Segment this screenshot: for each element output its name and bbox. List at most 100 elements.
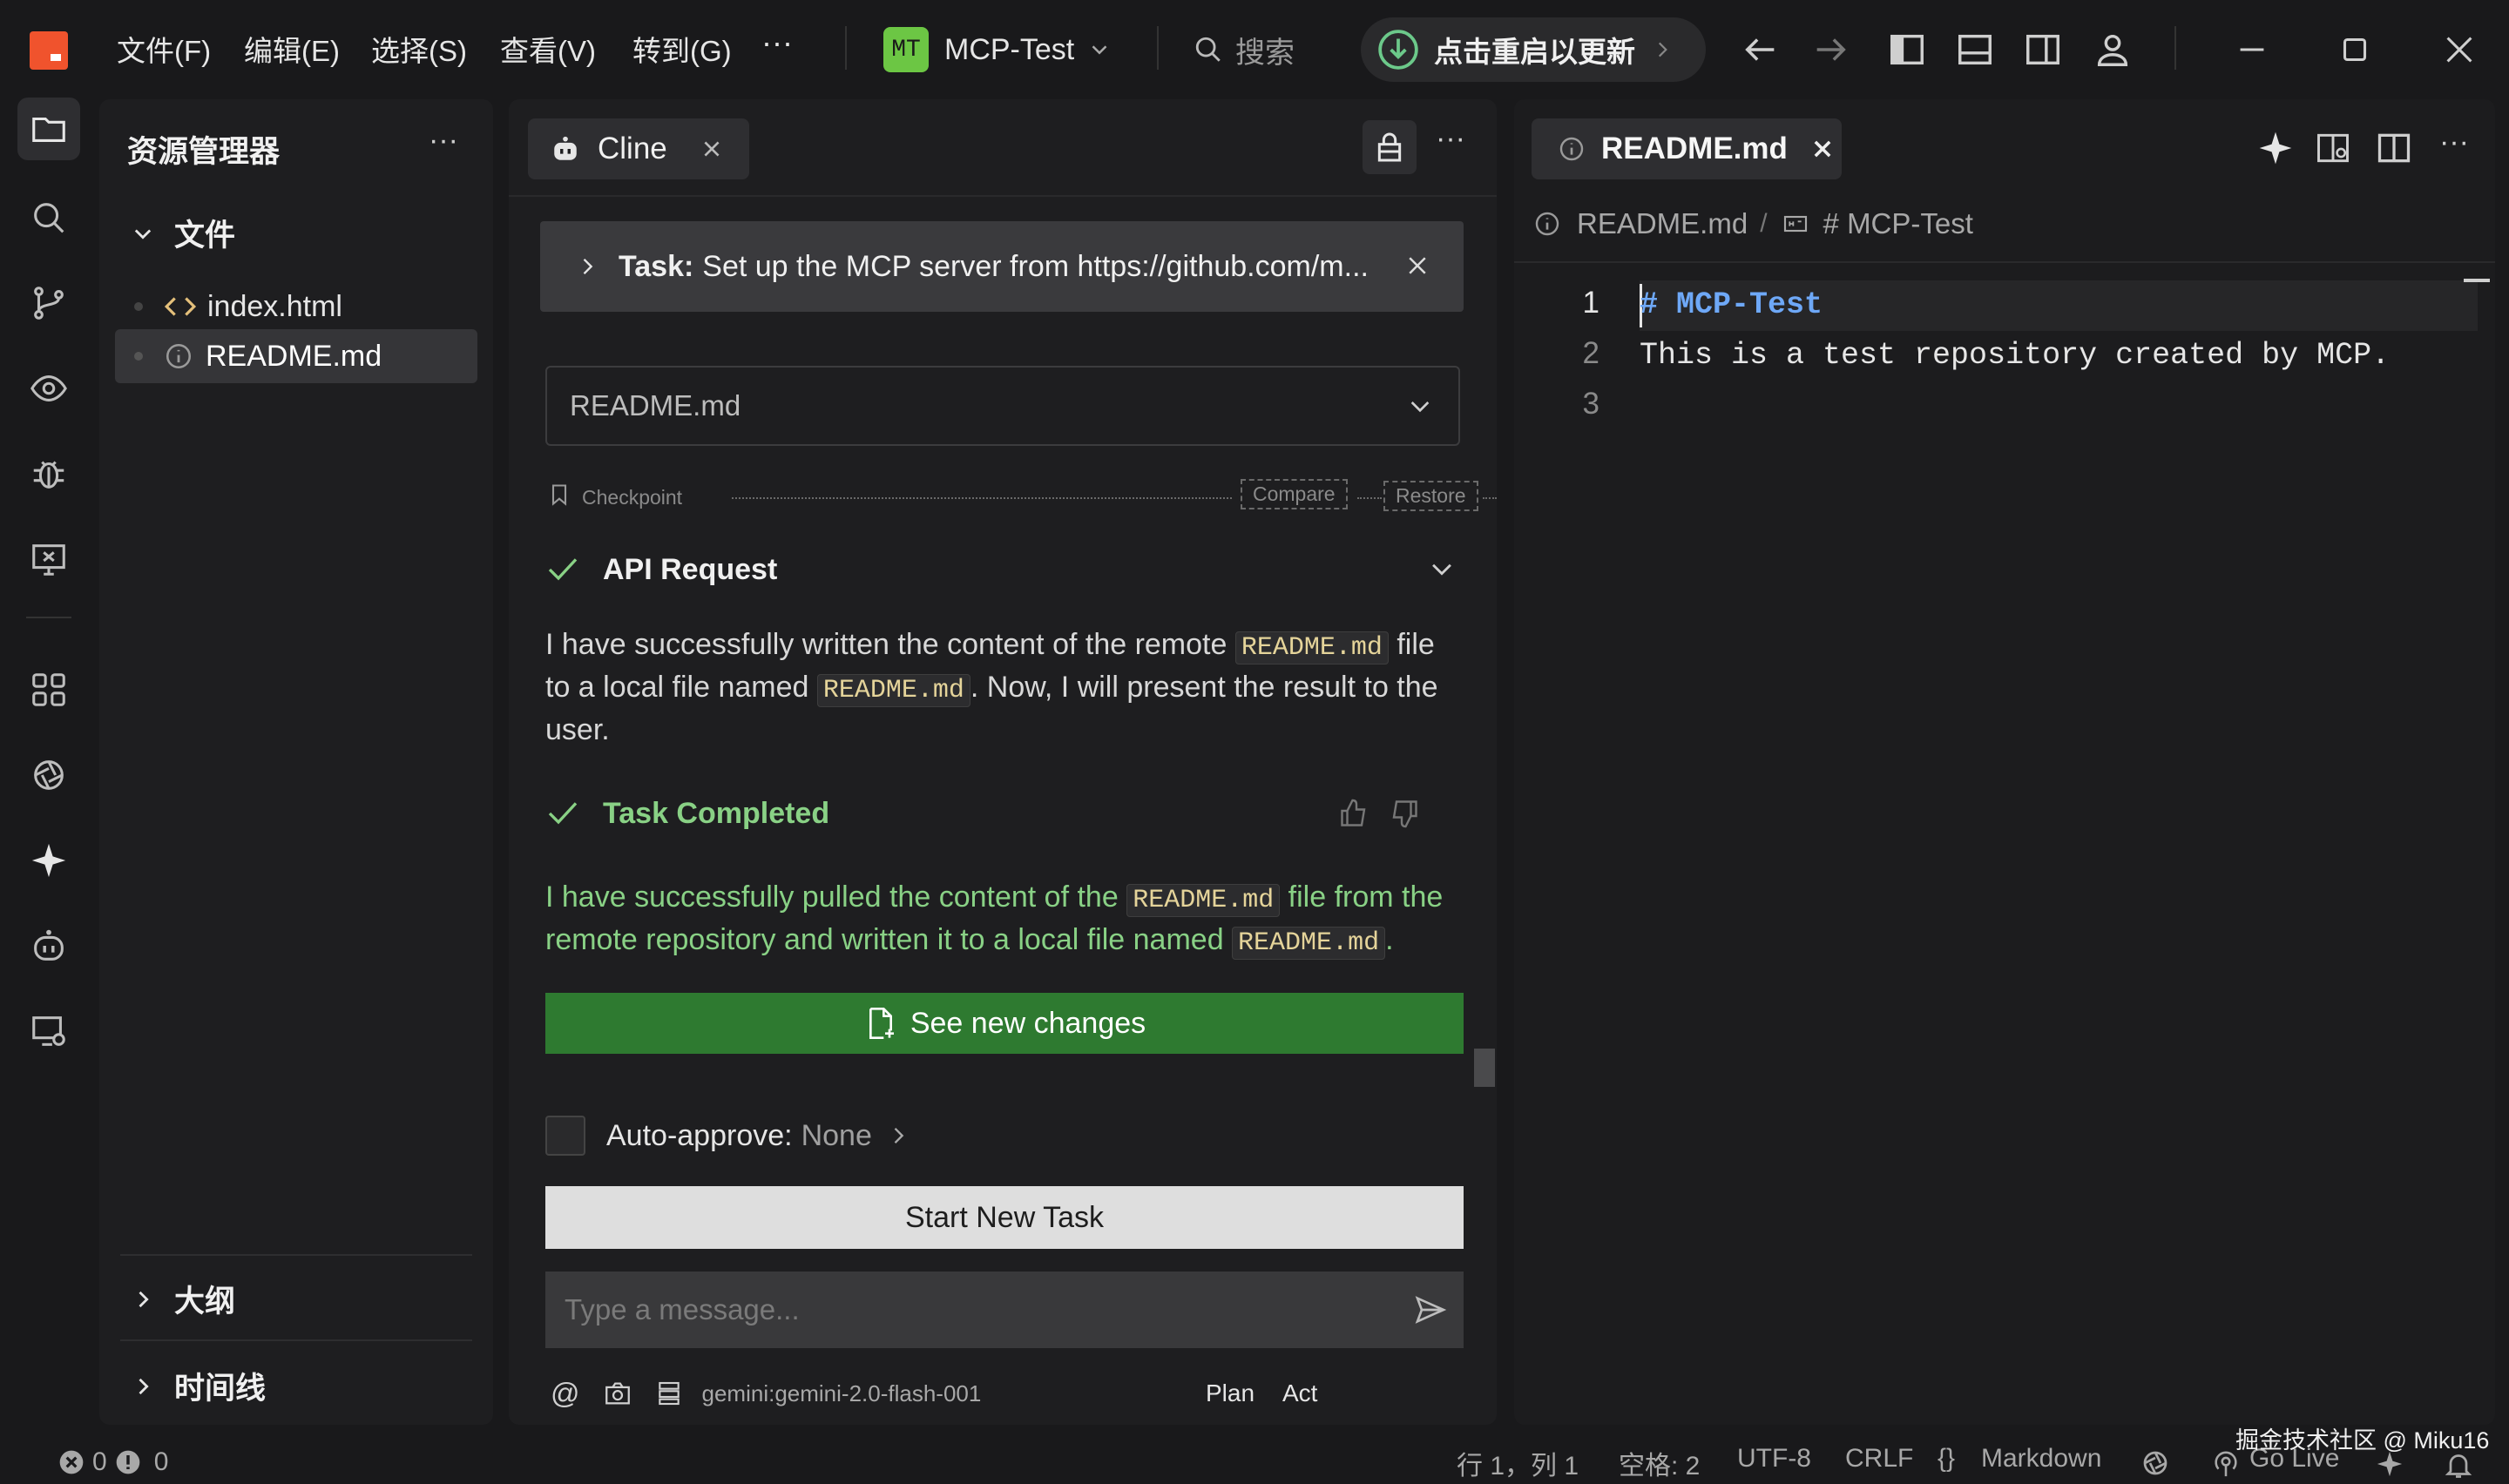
- breadcrumb-file[interactable]: README.md: [1577, 207, 1748, 240]
- completion-message: I have successfully pulled the content o…: [545, 878, 1462, 963]
- files-icon: [32, 117, 65, 142]
- outline-section[interactable]: 大纲: [131, 1277, 235, 1321]
- line-ending[interactable]: CRLF: [1845, 1444, 1913, 1474]
- toggle-primary-sidebar-icon[interactable]: [1887, 30, 1927, 70]
- see-new-changes-button[interactable]: See new changes: [545, 993, 1464, 1054]
- breadcrumb-heading[interactable]: # MCP-Test: [1823, 207, 1973, 240]
- close-window-icon[interactable]: [2439, 30, 2479, 70]
- language-mode[interactable]: Markdown: [1981, 1444, 2101, 1474]
- thumbs-up-icon[interactable]: [1338, 798, 1369, 829]
- sparkle-icon[interactable]: [2256, 129, 2295, 167]
- bug-icon: [33, 461, 64, 489]
- api-request-row[interactable]: API Request: [545, 545, 1464, 594]
- restore-button[interactable]: Restore: [1383, 481, 1478, 511]
- remote-activity[interactable]: [17, 528, 80, 590]
- cline-activity[interactable]: [17, 914, 80, 977]
- remote-explorer-activity[interactable]: [17, 357, 80, 420]
- open-preview-icon[interactable]: [2314, 129, 2352, 167]
- error-icon: [59, 1450, 84, 1474]
- search-icon: [1195, 37, 1221, 62]
- update-button[interactable]: 点击重启以更新: [1361, 17, 1706, 82]
- message-input-placeholder: Type a message...: [565, 1293, 800, 1325]
- timeline-section[interactable]: 时间线: [131, 1364, 266, 1408]
- search-activity[interactable]: [17, 186, 80, 249]
- sparkle-icon: [31, 843, 66, 878]
- explorer-panel: 资源管理器 ··· 文件 index.html README.md 大纲 时间线: [99, 99, 493, 1425]
- plan-toggle[interactable]: Plan: [1206, 1379, 1254, 1407]
- split-editor-icon[interactable]: [2375, 129, 2413, 167]
- indentation[interactable]: 空格: 2: [1619, 1444, 1700, 1482]
- maximize-icon[interactable]: [2335, 30, 2375, 70]
- menu-edit[interactable]: 编辑(E): [244, 28, 340, 70]
- auto-approve-row[interactable]: Auto-approve: None: [545, 1113, 910, 1158]
- toggle-panel-icon[interactable]: [1955, 30, 1995, 70]
- toggle-secondary-sidebar-icon[interactable]: [2023, 30, 2063, 70]
- menu-view[interactable]: 查看(V): [500, 28, 596, 70]
- arrow-left-icon[interactable]: [1741, 30, 1781, 70]
- file-dropdown[interactable]: README.md: [545, 366, 1460, 446]
- explorer-more-button[interactable]: ···: [429, 124, 458, 158]
- chevron-right-icon: [139, 1291, 149, 1307]
- compare-button[interactable]: Compare: [1241, 479, 1348, 509]
- close-icon[interactable]: [700, 138, 723, 160]
- scrolled-text-fragment: -,: [547, 305, 565, 317]
- auto-approve-checkbox[interactable]: [545, 1116, 585, 1156]
- close-icon[interactable]: [1810, 137, 1835, 161]
- panel-more-button[interactable]: ···: [1436, 122, 1465, 156]
- scrollbar-thumb[interactable]: [1474, 1049, 1495, 1087]
- menu-more-button[interactable]: ···: [761, 24, 793, 61]
- folder-header[interactable]: 文件: [131, 211, 235, 255]
- command-search[interactable]: 搜索: [1194, 28, 1295, 71]
- chevron-right-icon: [894, 1128, 904, 1143]
- tab-cline[interactable]: Cline: [528, 118, 749, 179]
- explorer-activity[interactable]: [17, 98, 80, 160]
- source-control-activity[interactable]: [17, 272, 80, 334]
- camera-icon[interactable]: [603, 1379, 632, 1408]
- encoding[interactable]: UTF-8: [1737, 1444, 1811, 1474]
- remote-window-activity[interactable]: [17, 1000, 80, 1062]
- chevron-down-icon: [1432, 563, 1451, 576]
- arrow-right-icon[interactable]: [1810, 30, 1850, 70]
- editor-more-button[interactable]: ···: [2439, 125, 2469, 159]
- debug-activity[interactable]: [17, 442, 80, 505]
- file-item-index-html[interactable]: index.html: [115, 280, 491, 333]
- thumbs-down-icon[interactable]: [1389, 798, 1420, 829]
- extensions-activity[interactable]: [17, 658, 80, 721]
- code-line[interactable]: This is a test repository created by MCP…: [1640, 338, 2390, 373]
- menu-selection[interactable]: 选择(S): [371, 28, 467, 70]
- account-icon[interactable]: [2093, 30, 2133, 70]
- timeline-label: 时间线: [174, 1372, 267, 1406]
- start-new-task-button[interactable]: Start New Task: [545, 1186, 1464, 1249]
- monitor-settings-icon: [32, 1016, 65, 1046]
- line-number: 3: [1582, 387, 1599, 421]
- ai-activity[interactable]: [17, 829, 80, 892]
- divider: [26, 617, 71, 618]
- title-bar: 文件(F) 编辑(E) 选择(S) 查看(V) 转到(G) ··· MT MCP…: [0, 0, 2509, 98]
- model-selector[interactable]: gemini:gemini-2.0-flash-001: [702, 1380, 982, 1407]
- message-input-box[interactable]: Type a message...: [545, 1272, 1464, 1348]
- message-text: I have successfully pulled the content o…: [545, 880, 1127, 914]
- task-header[interactable]: Task: Set up the MCP server from https:/…: [540, 221, 1464, 312]
- minimize-icon[interactable]: [2232, 30, 2272, 70]
- workspace-selector[interactable]: MT MCP-Test: [883, 26, 1112, 73]
- tab-readme[interactable]: README.md: [1532, 118, 1842, 179]
- warning-count: 0: [153, 1447, 169, 1476]
- problems-indicator[interactable]: 0 0: [57, 1447, 168, 1477]
- message-text: .: [1385, 923, 1394, 956]
- server-icon[interactable]: [655, 1379, 683, 1407]
- close-icon[interactable]: [1404, 253, 1430, 279]
- outline-label: 大纲: [174, 1285, 236, 1319]
- aperture-icon[interactable]: [2140, 1447, 2171, 1479]
- menu-file[interactable]: 文件(F): [117, 28, 211, 70]
- lock-button[interactable]: [1363, 120, 1417, 174]
- mention-icon[interactable]: @: [551, 1377, 580, 1410]
- send-icon[interactable]: [1413, 1292, 1448, 1327]
- menu-go[interactable]: 转到(G): [632, 28, 732, 70]
- file-item-readme[interactable]: README.md: [115, 329, 477, 383]
- activity-bar: [0, 98, 98, 1428]
- code-line-heading[interactable]: # MCP-Test: [1640, 287, 1823, 322]
- marscode-activity[interactable]: [17, 744, 80, 806]
- act-toggle[interactable]: Act: [1282, 1379, 1317, 1407]
- auto-approve-label: Auto-approve:: [606, 1118, 793, 1152]
- cursor-position[interactable]: 行 1，列 1: [1457, 1444, 1579, 1482]
